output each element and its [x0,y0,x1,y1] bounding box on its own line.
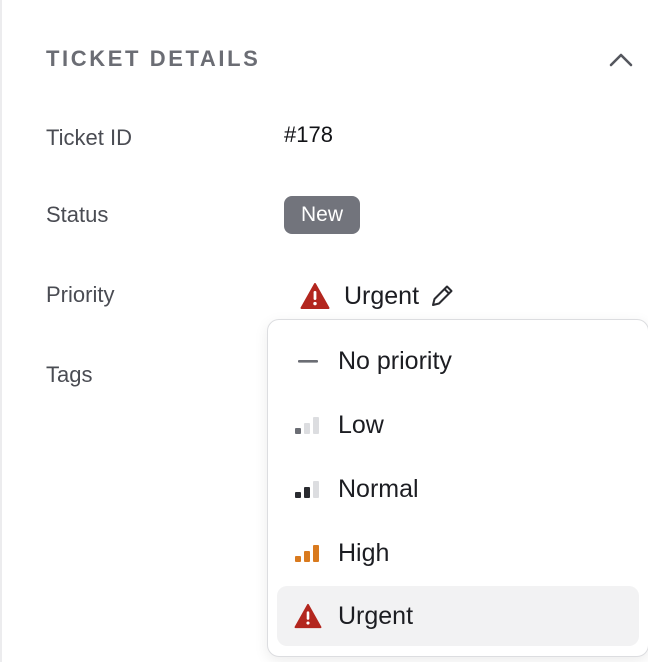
urgent-warning-icon [300,283,330,309]
option-label: High [338,539,390,567]
option-label: Normal [338,475,419,503]
signal-high-icon [293,541,323,565]
priority-selector[interactable]: Urgent [300,279,455,313]
pencil-icon[interactable] [429,283,455,309]
priority-value: Urgent [344,281,420,310]
priority-option-low[interactable]: Low [277,395,639,455]
ticket-details-panel: TICKET DETAILS Ticket ID #178 Status New… [0,0,648,662]
priority-option-urgent[interactable]: Urgent [277,586,639,646]
dash-icon [293,349,323,373]
option-label: No priority [338,347,452,375]
option-label: Low [338,411,384,439]
priority-option-normal[interactable]: Normal [277,459,639,519]
signal-low-icon [293,413,323,437]
urgent-warning-icon [293,603,323,629]
ticket-id-label: Ticket ID [46,125,132,150]
tags-label: Tags [46,362,93,387]
option-label: Urgent [338,602,414,630]
status-label: Status [46,202,109,227]
section-title: TICKET DETAILS [46,46,261,71]
priority-dropdown: No priority Low Normal High Urgent [267,319,648,657]
collapse-button[interactable] [606,44,636,74]
priority-option-high[interactable]: High [277,523,639,583]
chevron-up-icon [609,53,633,67]
ticket-id-value: #178 [284,122,333,147]
section-header: TICKET DETAILS [46,44,636,74]
status-badge[interactable]: New [284,196,361,234]
signal-normal-icon [293,477,323,501]
priority-label: Priority [46,282,115,307]
priority-option-no-priority[interactable]: No priority [277,331,639,391]
